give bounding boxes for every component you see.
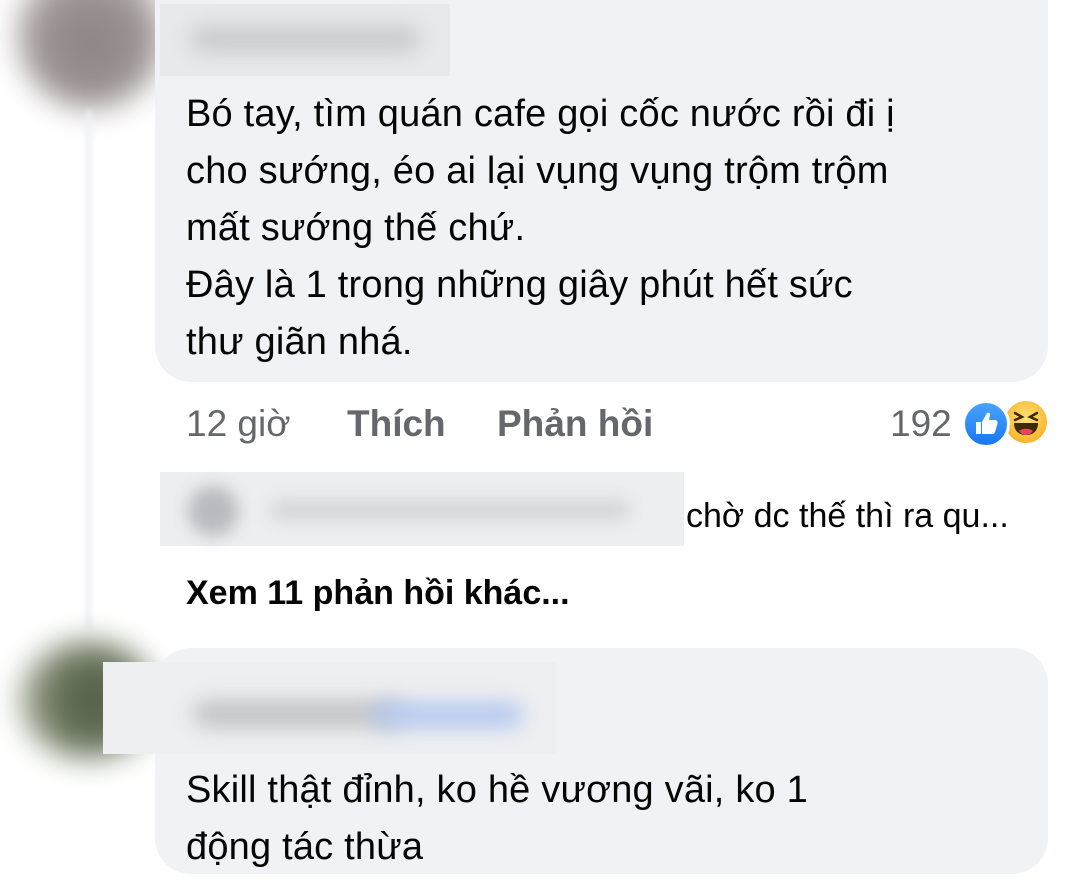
comment-line: thư giãn nhá. <box>186 321 413 363</box>
comment-line: động tác thừa <box>186 826 424 868</box>
reply-preview-text[interactable]: chờ dc thế thì ra qu... <box>686 494 1009 538</box>
comment-line: Bó tay, tìm quán cafe gọi cốc nước rồi đ… <box>186 93 895 135</box>
commenter-name-redacted[interactable] <box>160 4 450 76</box>
comment-text: Bó tay, tìm quán cafe gọi cốc nước rồi đ… <box>186 86 1036 371</box>
comment-line: mất sướng thế chứ. <box>186 207 526 249</box>
comment-line: Skill thật đỉnh, ko hề vương vãi, ko 1 <box>186 769 808 811</box>
comment-line: Đây là 1 trong những giây phút hết sức <box>186 264 853 306</box>
comment-timestamp[interactable]: 12 giờ <box>186 400 291 448</box>
view-more-replies-link[interactable]: Xem 11 phản hồi khác... <box>186 570 570 616</box>
commenter-avatar[interactable] <box>16 0 166 110</box>
comment-line: cho sướng, éo ai lại vụng vụng trộm trộm <box>186 150 889 192</box>
reply-button[interactable]: Phản hồi <box>497 400 653 448</box>
comment-text: Skill thật đỉnh, ko hề vương vãi, ko 1 đ… <box>186 762 1036 876</box>
like-button[interactable]: Thích <box>347 400 446 448</box>
reply-author-redacted[interactable] <box>160 472 684 546</box>
commenter-name-redacted[interactable] <box>103 662 557 754</box>
reply-thread-line <box>86 110 91 630</box>
like-reaction-icon[interactable] <box>962 400 1010 448</box>
reaction-count[interactable]: 192 <box>890 400 952 448</box>
